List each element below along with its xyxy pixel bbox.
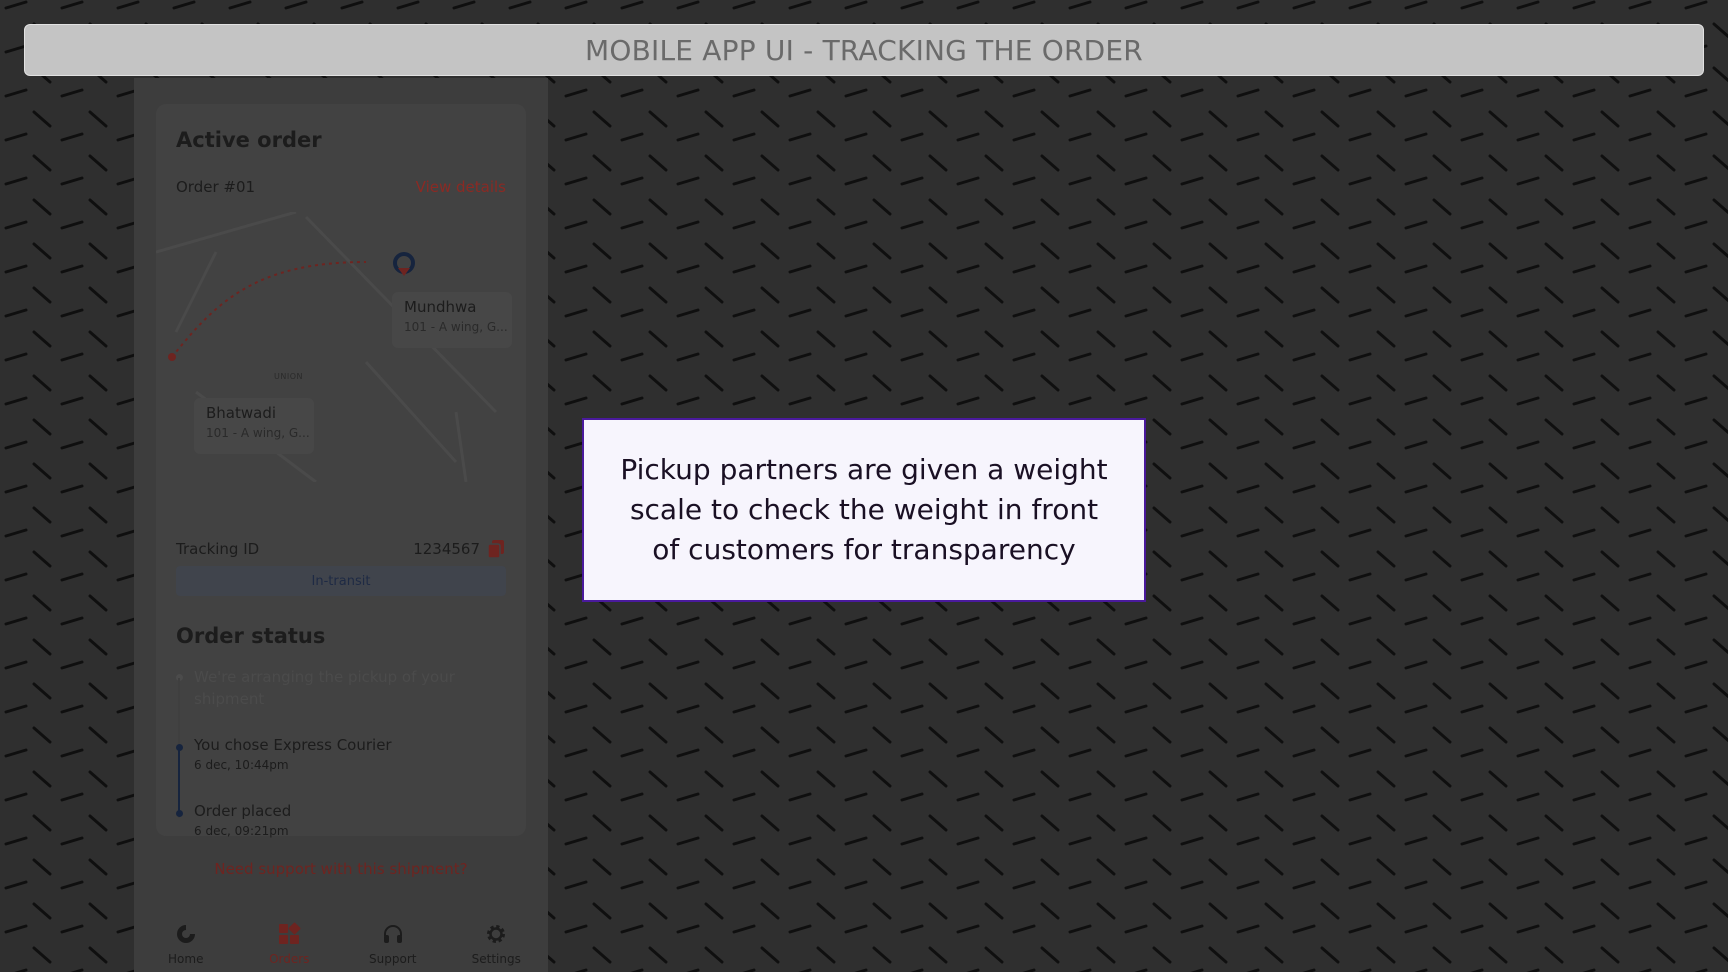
callout-box: Pickup partners are given a weight scale… <box>582 418 1146 602</box>
destination-name: Mundhwa <box>404 298 477 316</box>
headset-icon <box>383 925 402 943</box>
nav-label-home: Home <box>168 952 204 966</box>
origin-name: Bhatwadi <box>206 404 277 422</box>
timeline-step-courier-time: 6 dec, 10:44pm <box>194 758 289 772</box>
slide-title: MOBILE APP UI - TRACKING THE ORDER <box>585 33 1143 67</box>
view-details-link[interactable]: View details <box>416 178 506 196</box>
timeline-step-placed-time: 6 dec, 09:21pm <box>194 824 289 838</box>
nav-item-home[interactable]: Home <box>141 908 231 972</box>
map-area-label: UNION <box>274 372 303 381</box>
timeline-step-pickup: We're arranging the pickup of your shipm… <box>194 668 455 708</box>
nav-item-support[interactable]: Support <box>348 908 438 972</box>
active-order-card: Active order Order #01 View details Mund… <box>156 104 526 838</box>
bottom-nav: Home Orders Support Settings <box>134 908 548 972</box>
timeline-step-placed: Order placed <box>194 802 292 820</box>
timeline-line <box>178 748 180 816</box>
timeline-step-courier: You chose Express Courier <box>194 736 392 754</box>
orders-icon <box>279 922 301 944</box>
slide-title-bar: MOBILE APP UI - TRACKING THE ORDER <box>24 24 1704 76</box>
phone-screen: Active order Order #01 View details Mund… <box>134 78 548 972</box>
home-icon <box>176 925 195 943</box>
origin-address: 101 - A wing, G... <box>206 426 310 440</box>
location-pin-icon <box>393 252 415 276</box>
gear-icon <box>487 925 506 943</box>
active-order-heading: Active order <box>176 128 322 152</box>
timeline-dot <box>176 810 183 817</box>
tracking-id-label: Tracking ID <box>176 540 260 558</box>
order-status-heading: Order status <box>176 624 326 648</box>
tracking-id-value: 1234567 <box>413 540 480 558</box>
nav-item-settings[interactable]: Settings <box>451 908 541 972</box>
callout-text: Pickup partners are given a weight scale… <box>620 453 1108 566</box>
destination-address: 101 - A wing, G... <box>404 320 508 334</box>
nav-label-support: Support <box>369 952 417 966</box>
nav-item-orders[interactable]: Orders <box>244 908 334 972</box>
nav-label-settings: Settings <box>471 952 521 966</box>
support-link[interactable]: Need support with this shipment? <box>134 860 548 878</box>
copy-icon[interactable] <box>488 540 504 558</box>
order-number: Order #01 <box>176 178 256 196</box>
status-badge: In-transit <box>176 566 506 596</box>
nav-label-orders: Orders <box>269 952 310 966</box>
